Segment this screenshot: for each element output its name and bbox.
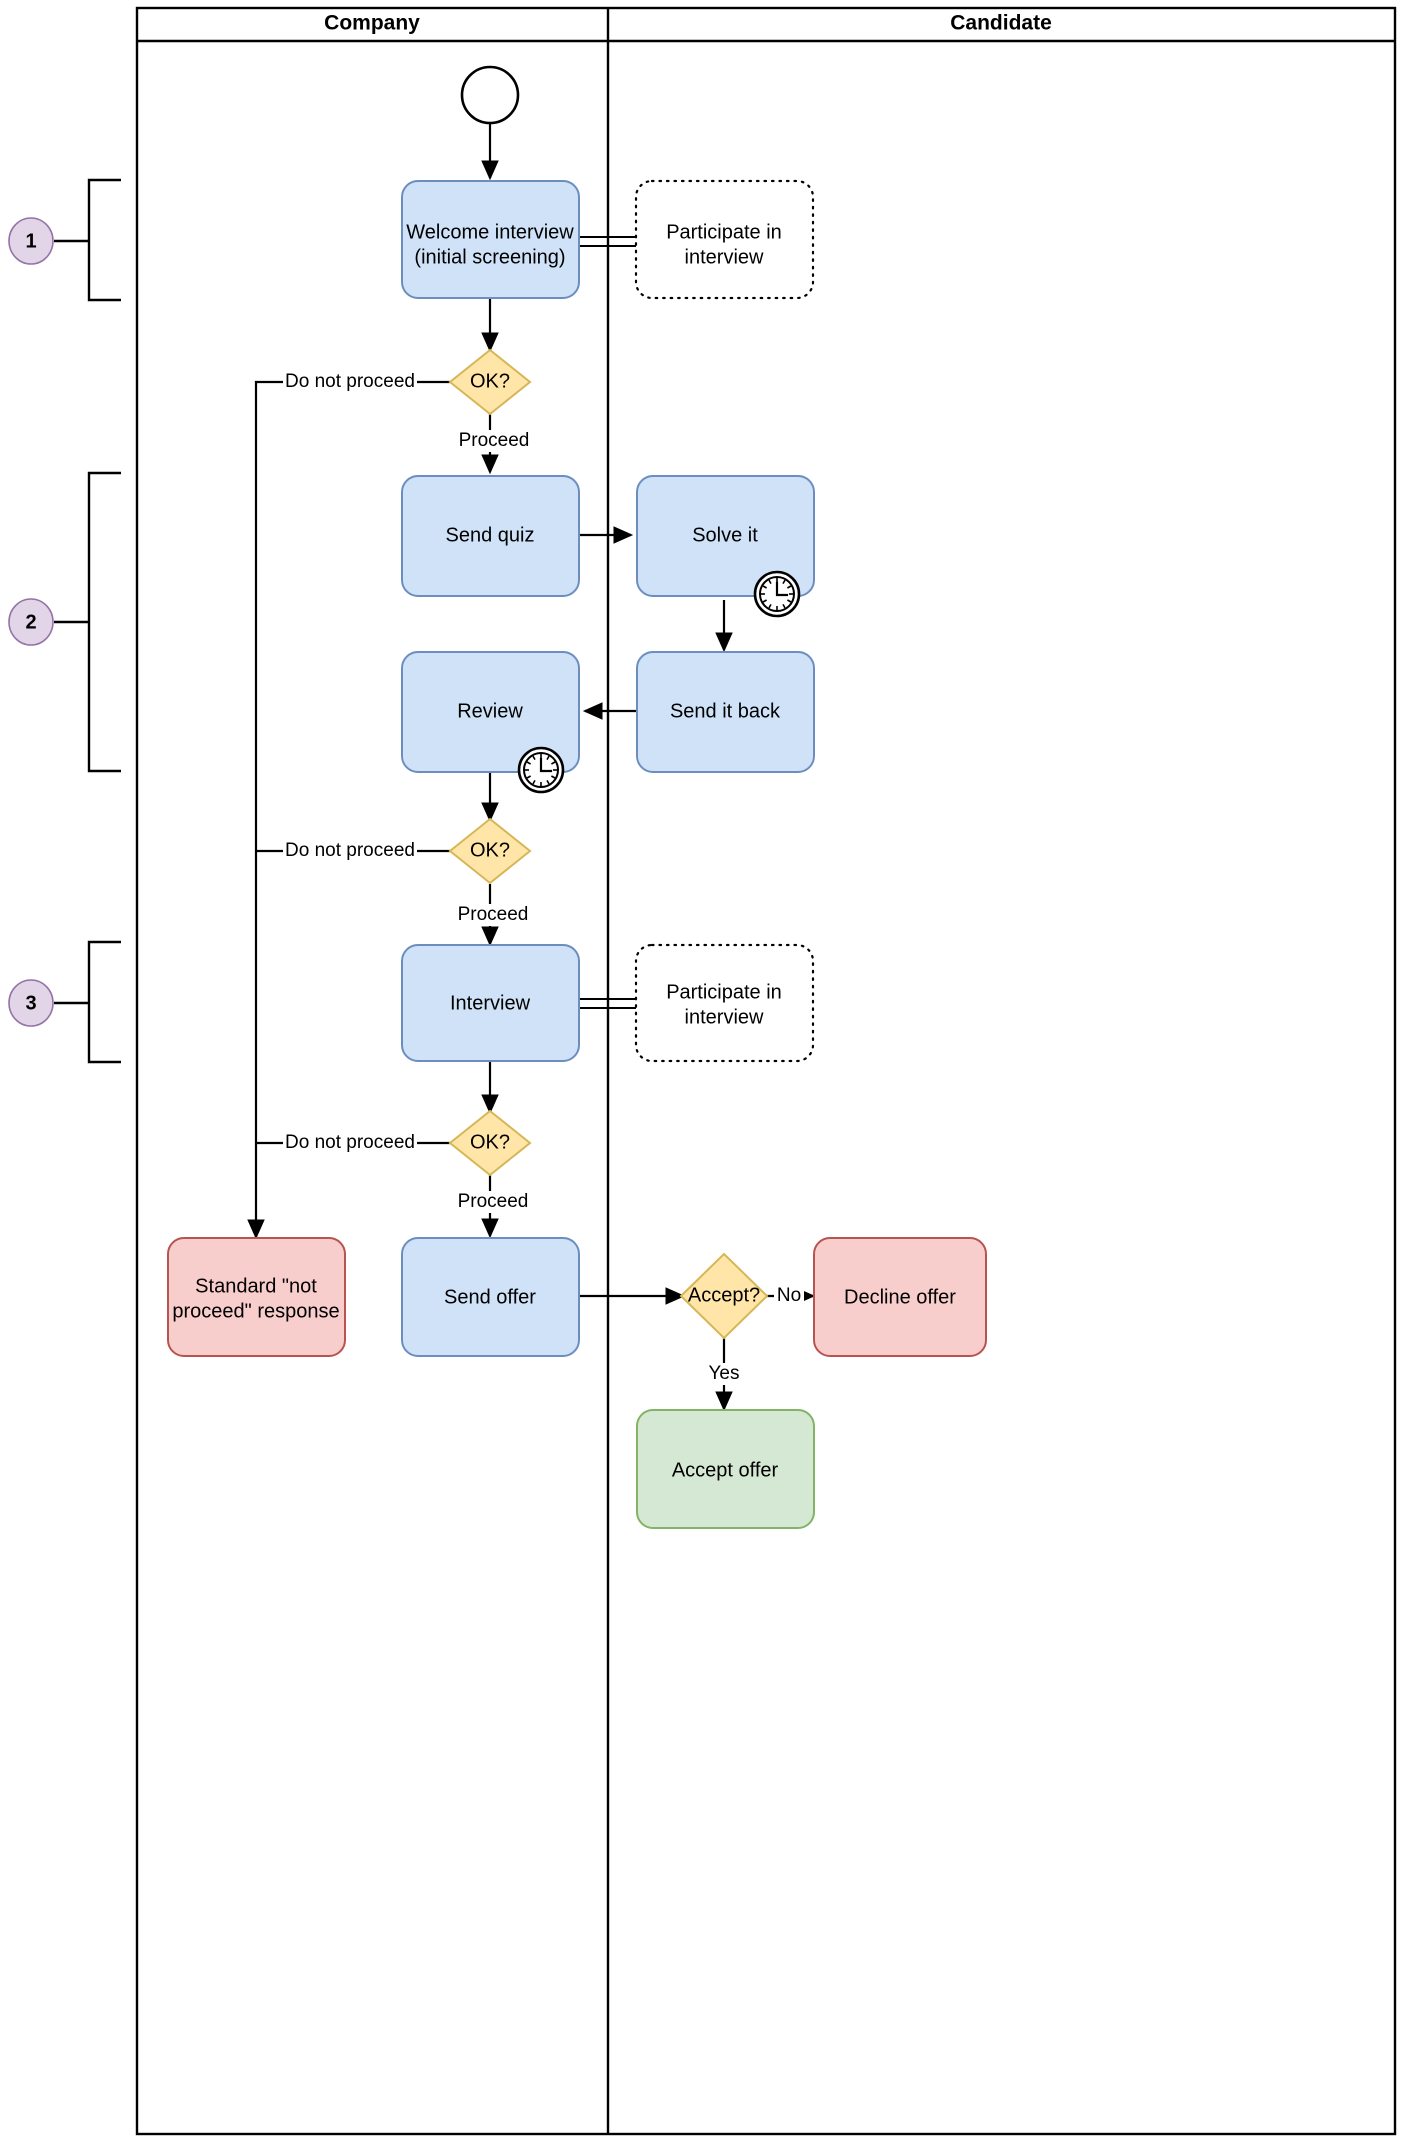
edge-label-proceed-3: Proceed [455, 1191, 531, 1213]
node-review-label: Review [457, 700, 523, 722]
edge-label-proceed-1: Proceed [457, 430, 533, 452]
node-accept-offer[interactable]: Accept offer [636, 1409, 815, 1529]
node-send-quiz-label: Send quiz [446, 524, 535, 546]
phase-badge-2-label: 2 [25, 611, 36, 633]
node-send-it-back[interactable]: Send it back [636, 651, 815, 773]
lane-title-company: Company [324, 12, 420, 35]
phase-badge-1: 1 [8, 217, 54, 265]
node-gateway-accept-label: Accept? [688, 1284, 760, 1306]
node-send-quiz[interactable]: Send quiz [401, 475, 580, 597]
node-participate-1-line1: Participate in [666, 221, 782, 243]
timer-icon [517, 746, 565, 794]
node-gateway-ok-3-label: OK? [470, 1131, 510, 1153]
node-welcome-interview-line2: (initial screening) [414, 246, 565, 268]
node-accept-offer-label: Accept offer [672, 1459, 779, 1481]
node-standard-not-proceed-response[interactable]: Standard "not proceed" response [167, 1237, 346, 1357]
node-decline-offer-label: Decline offer [844, 1286, 956, 1308]
lane-header-company: Company [324, 12, 420, 35]
edge-label-proceed-2: Proceed [455, 904, 531, 926]
edge-label-yes: Yes [702, 1363, 746, 1385]
node-welcome-interview[interactable]: Welcome interview (initial screening) [401, 180, 580, 299]
edge-label-do-not-proceed-1-text: Do not proceed [285, 371, 415, 392]
edge-label-proceed-2-text: Proceed [458, 904, 529, 925]
edge-label-do-not-proceed-1: Do not proceed [283, 371, 417, 393]
flowchart-canvas: Company Candidate 1 2 3 Welcome intervie… [0, 0, 1402, 2142]
node-send-offer[interactable]: Send offer [401, 1237, 580, 1357]
timer-icon [753, 570, 801, 618]
node-interview[interactable]: Interview [401, 944, 580, 1062]
phase-bracket-1 [54, 178, 121, 302]
node-decline-offer[interactable]: Decline offer [813, 1237, 987, 1357]
node-participate-interview-1[interactable]: Participate in interview [634, 179, 815, 300]
edge-label-proceed-1-text: Proceed [459, 430, 530, 451]
phase-badge-1-label: 1 [25, 230, 36, 252]
edge-label-no-text: No [777, 1285, 801, 1306]
node-gateway-ok-1-label: OK? [470, 370, 510, 392]
node-participate-2-line1: Participate in [666, 981, 782, 1003]
node-send-offer-label: Send offer [444, 1286, 536, 1308]
node-send-it-back-label: Send it back [670, 700, 781, 722]
node-interview-label: Interview [450, 992, 531, 1014]
edge-label-do-not-proceed-3: Do not proceed [283, 1132, 417, 1154]
node-standard-response-line2: proceed" response [172, 1300, 339, 1322]
node-welcome-interview-line1: Welcome interview [406, 221, 574, 243]
edge-label-do-not-proceed-2: Do not proceed [283, 840, 417, 862]
phase-bracket-2 [54, 471, 121, 773]
edge-label-do-not-proceed-2-text: Do not proceed [285, 840, 415, 861]
node-standard-response-line1: Standard "not [195, 1275, 317, 1297]
node-participate-1-line2: interview [685, 246, 764, 268]
phase-badge-3: 3 [8, 979, 54, 1027]
lane-title-candidate: Candidate [950, 12, 1052, 35]
edge-label-proceed-3-text: Proceed [458, 1191, 529, 1212]
node-start-event[interactable] [460, 65, 520, 125]
phase-bracket-3 [54, 940, 121, 1064]
edge-label-do-not-proceed-3-text: Do not proceed [285, 1132, 415, 1153]
node-participate-interview-2[interactable]: Participate in interview [634, 943, 815, 1063]
lane-header-candidate: Candidate [950, 12, 1052, 35]
edge-label-no: No [774, 1285, 804, 1307]
pool-container [135, 6, 1397, 2136]
phase-badge-3-label: 3 [25, 992, 36, 1014]
edge-label-yes-text: Yes [709, 1363, 740, 1384]
phase-badge-2: 2 [8, 598, 54, 646]
node-participate-2-line2: interview [685, 1006, 764, 1028]
node-gateway-ok-2-label: OK? [470, 839, 510, 861]
node-solve-it-label: Solve it [692, 524, 758, 546]
